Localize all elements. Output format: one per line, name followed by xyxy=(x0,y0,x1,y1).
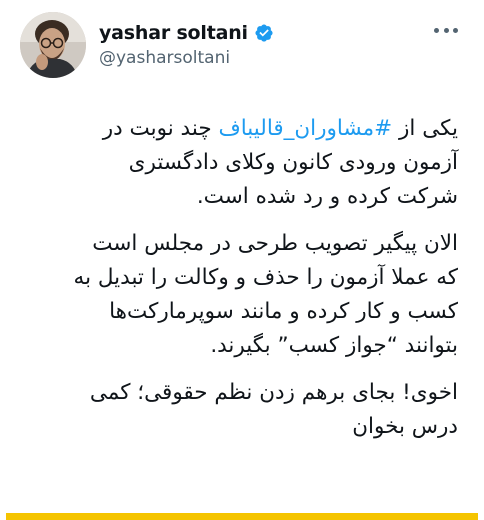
tweet-text: یکی از #مشاوران_قالیباف چند نوبت در آزمو… xyxy=(28,112,458,457)
dot-icon xyxy=(434,27,439,33)
verified-badge-icon xyxy=(254,23,274,43)
text-line: درس بخوان xyxy=(352,414,458,439)
handle[interactable]: @yasharsoltani xyxy=(99,48,274,68)
text-line: شرکت کرده و رد شده است. xyxy=(196,184,458,209)
paragraph-3: اخوی! بجای برهم زدن نظم حقوقی؛ کمی درس ب… xyxy=(28,376,458,444)
text-fragment: چند نوبت در xyxy=(102,116,219,141)
text-line: بتوانند “جواز کسب” بگیرند. xyxy=(210,333,458,358)
text-line: آزمون ورودی کانون وکلای دادگستری xyxy=(128,150,458,175)
name-row: yashar soltani xyxy=(99,20,274,46)
profile-photo-icon xyxy=(20,12,86,78)
tweet-card: yashar soltani @yasharsoltani یکی از #مش… xyxy=(0,0,484,520)
bottom-accent-bar xyxy=(6,513,478,520)
text-line: که عملا آزمون را حذف و وکالت را تبدیل به xyxy=(73,265,458,290)
avatar[interactable] xyxy=(20,12,86,78)
dot-icon xyxy=(443,27,449,33)
text-line: کسب و کار کرده و مانند سوپرمارکت‌ها xyxy=(109,299,458,324)
text-line: اخوی! بجای برهم زدن نظم حقوقی؛ کمی xyxy=(89,380,458,405)
author-block: yashar soltani @yasharsoltani xyxy=(99,20,274,68)
text-fragment: یکی از xyxy=(392,116,458,141)
text-line: الان پیگیر تصویب طرحی در مجلس است xyxy=(92,231,458,256)
display-name[interactable]: yashar soltani xyxy=(99,22,248,44)
dot-icon xyxy=(453,27,458,33)
paragraph-1: یکی از #مشاوران_قالیباف چند نوبت در آزمو… xyxy=(28,112,458,214)
more-options-icon[interactable] xyxy=(434,26,458,34)
text-line: یکی از #مشاوران_قالیباف چند نوبت در xyxy=(28,112,458,146)
hashtag-link[interactable]: #مشاوران_قالیباف xyxy=(218,116,392,141)
paragraph-2: الان پیگیر تصویب طرحی در مجلس است که عمل… xyxy=(28,227,458,363)
